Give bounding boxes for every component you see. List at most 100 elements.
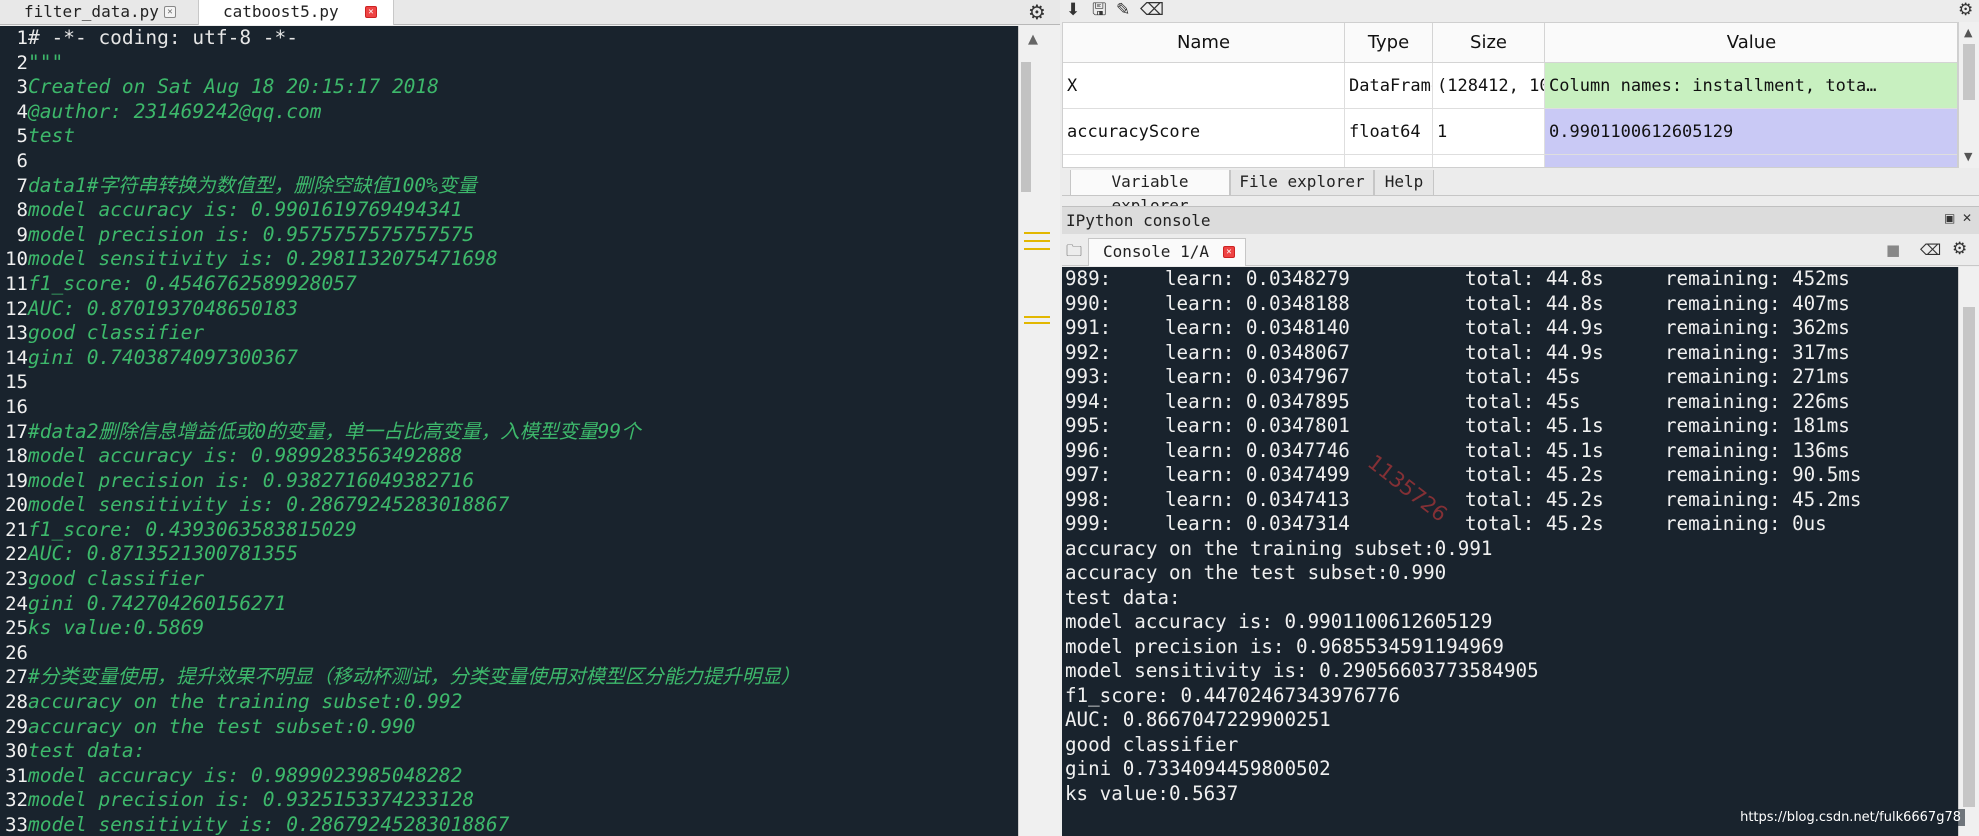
line-number: 14 [5, 346, 28, 369]
console-line: 993: learn: 0.0347967 total: 45s remaining:… [1062, 365, 1958, 390]
code-line[interactable]: 3Created on Sat Aug 18 20:15:17 2018 [0, 75, 1018, 100]
code-text: gini 0.7403874097300367 [28, 345, 299, 369]
table-row-partial[interactable] [1433, 155, 1545, 167]
close-icon[interactable]: ✕ [1222, 246, 1235, 258]
column-header-value[interactable]: Value [1545, 23, 1957, 63]
eraser-icon[interactable]: ⌫ [1140, 0, 1164, 20]
code-line[interactable]: 28accuracy on the training subset:0.992 [0, 690, 1018, 715]
scroll-down-icon[interactable]: ▼ [1964, 150, 1972, 163]
code-line[interactable]: 16 [0, 395, 1018, 420]
console-line: 996: learn: 0.0347746 total: 45.1s remainin… [1062, 439, 1958, 464]
code-text: model precision is: 0.9575757575757575 [28, 222, 475, 246]
code-line[interactable]: 11f1_score: 0.4546762589928057 [0, 272, 1018, 297]
folder-icon[interactable]: 🗀 [1066, 240, 1082, 267]
code-line[interactable]: 7data1#字符串转换为数值型，删除空缺值100%变量 [0, 174, 1018, 199]
save-as-icon[interactable]: ✎ [1116, 0, 1130, 20]
column-header-size[interactable]: Size [1433, 23, 1545, 63]
stop-icon[interactable]: ■ [1886, 240, 1900, 260]
scroll-up-icon[interactable]: ▲ [1028, 32, 1038, 47]
table-row-value[interactable]: 0.9901100612605129 [1545, 109, 1957, 155]
table-row-name[interactable]: accuracyScore [1063, 109, 1345, 155]
table-row-partial[interactable] [1063, 155, 1345, 167]
console-line: 989: learn: 0.0348279 total: 44.8s remainin… [1062, 267, 1958, 292]
code-line[interactable]: 6 [0, 149, 1018, 174]
code-line[interactable]: 26 [0, 641, 1018, 666]
line-number: 19 [5, 469, 28, 492]
eraser-icon[interactable]: ⌫ [1920, 240, 1941, 260]
line-number: 18 [5, 445, 28, 468]
line-number: 28 [5, 691, 28, 714]
code-line[interactable]: 25ks value:0.5869 [0, 616, 1018, 641]
code-line[interactable]: 27#分类变量使用，提升效果不明显（移动杯测试，分类变量使用对模型区分能力提升明… [0, 665, 1018, 690]
code-line[interactable]: 32model precision is: 0.9325153374233128 [0, 788, 1018, 813]
code-line[interactable]: 15 [0, 370, 1018, 395]
line-number: 1 [16, 27, 28, 49]
code-line[interactable]: 24gini 0.742704260156271 [0, 592, 1018, 617]
column-header-name[interactable]: Name [1063, 23, 1345, 63]
close-icon[interactable]: ✕ [365, 6, 377, 18]
table-row-size[interactable]: (128412, 10) [1433, 63, 1545, 109]
console-line: 999: learn: 0.0347314 total: 45.2s remainin… [1062, 512, 1958, 537]
variable-explorer-scrollbar[interactable]: ▲ ▼ [1958, 22, 1979, 168]
console-line: model sensitivity is: 0.2905660377358490… [1065, 659, 1539, 682]
scrollbar-thumb[interactable] [1963, 307, 1975, 807]
tab-catboost5[interactable]: catboost5.py ✕ [198, 0, 394, 25]
code-line[interactable]: 31model accuracy is: 0.9899023985048282 [0, 764, 1018, 789]
scrollbar-thumb[interactable] [1021, 62, 1031, 192]
code-line[interactable]: 4@author: 231469242@qq.com [0, 100, 1018, 125]
table-row-partial[interactable] [1345, 155, 1433, 167]
code-line[interactable]: 10model sensitivity is: 0.29811320754716… [0, 247, 1018, 272]
gear-icon[interactable]: ⚙ [1028, 1, 1046, 23]
code-line[interactable]: 33model sensitivity is: 0.28679245283018… [0, 813, 1018, 836]
gear-icon[interactable]: ⚙ [1952, 239, 1967, 259]
code-line[interactable]: 23good classifier [0, 567, 1018, 592]
learn-loss: learn: 0.0347801 [1165, 414, 1350, 437]
close-icon[interactable]: ✕ [1962, 211, 1972, 225]
code-line[interactable]: 30test data: [0, 739, 1018, 764]
code-line[interactable]: 13good classifier [0, 321, 1018, 346]
tab-filter-data[interactable]: filter_data.py ✕ [0, 0, 192, 25]
code-line[interactable]: 8model accuracy is: 0.9901619769494341 [0, 198, 1018, 223]
scrollbar-thumb[interactable] [1963, 44, 1975, 100]
close-icon[interactable]: ✕ [164, 6, 176, 18]
code-line[interactable]: 21f1_score: 0.4393063583815029 [0, 518, 1018, 543]
iteration-number: 994: [1065, 389, 1112, 413]
line-number: 33 [5, 814, 28, 836]
table-row-type[interactable]: float64 [1345, 109, 1433, 155]
code-line[interactable]: 22AUC: 0.8713521300781355 [0, 542, 1018, 567]
code-line[interactable]: 18model accuracy is: 0.9899283563492888 [0, 444, 1018, 469]
code-line[interactable]: 2""" [0, 51, 1018, 76]
import-data-icon[interactable]: ⬇ [1066, 0, 1080, 20]
console-line: 991: learn: 0.0348140 total: 44.9s remainin… [1062, 316, 1958, 341]
table-row-name[interactable]: X [1063, 63, 1345, 109]
tab-file-explorer[interactable]: File explorer [1230, 170, 1374, 196]
code-line[interactable]: 5test [0, 124, 1018, 149]
editor-scrollbar[interactable]: ▲ [1018, 26, 1056, 836]
code-line[interactable]: 14gini 0.7403874097300367 [0, 346, 1018, 371]
code-editor[interactable]: 1# -*- coding: utf-8 -*- 2""" 3Created on … [0, 26, 1018, 836]
console-scrollbar[interactable] [1958, 267, 1979, 836]
code-line[interactable]: 20model sensitivity is: 0.28679245283018… [0, 493, 1018, 518]
tab-help[interactable]: Help [1374, 170, 1434, 196]
table-row-size[interactable]: 1 [1433, 109, 1545, 155]
scroll-up-icon[interactable]: ▲ [1964, 26, 1972, 39]
line-number: 32 [5, 789, 28, 812]
table-row-partial[interactable] [1545, 155, 1957, 167]
tab-console-1[interactable]: Console 1/A ✕ [1088, 238, 1246, 266]
column-header-type[interactable]: Type [1345, 23, 1433, 63]
ipython-console-output[interactable]: 989: learn: 0.0348279 total: 44.8s remainin… [1062, 267, 1958, 836]
total-time: total: 44.8s [1465, 291, 1604, 315]
code-line[interactable]: 29accuracy on the test subset:0.990 [0, 715, 1018, 740]
code-line[interactable]: 17#data2删除信息增益低或0的变量，单一占比高变量，入模型变量99个 [0, 420, 1018, 445]
table-row-type[interactable]: DataFrame [1345, 63, 1433, 109]
gear-icon[interactable]: ⚙ [1958, 0, 1973, 20]
code-line[interactable]: 9model precision is: 0.9575757575757575 [0, 223, 1018, 248]
code-text: AUC: 0.8713521300781355 [28, 542, 299, 566]
code-line[interactable]: 19model precision is: 0.9382716049382716 [0, 469, 1018, 494]
code-line[interactable]: 12AUC: 0.8701937048650183 [0, 297, 1018, 322]
code-line[interactable]: 1# -*- coding: utf-8 -*- [0, 26, 1018, 51]
tab-variable-explorer[interactable]: Variable explorer [1070, 170, 1230, 215]
save-icon[interactable]: 🖫 [1092, 0, 1106, 20]
table-row-value[interactable]: Column names: installment, tota… [1545, 63, 1957, 109]
undock-icon[interactable]: ▣ [1944, 211, 1955, 225]
